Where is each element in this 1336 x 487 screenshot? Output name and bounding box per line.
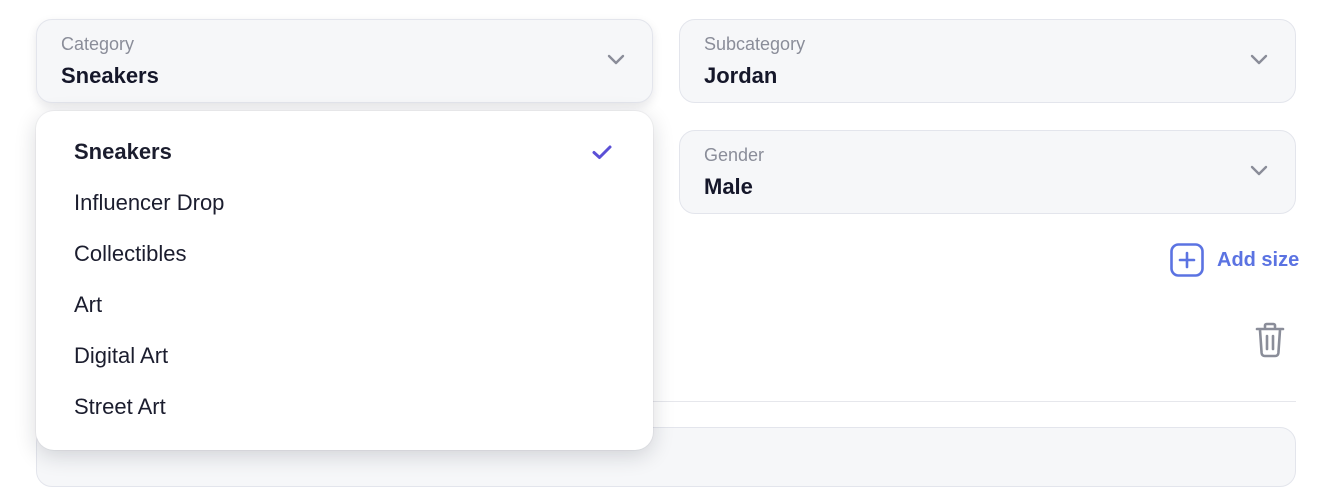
option-label: Digital Art [74, 343, 169, 368]
check-icon [592, 145, 612, 159]
category-dropdown-menu: Sneakers Influencer Drop Collectibles Ar… [36, 111, 653, 450]
subcategory-select[interactable]: Subcategory Jordan [679, 19, 1296, 103]
subcategory-value: Jordan [704, 63, 778, 88]
option-influencer-drop[interactable]: Influencer Drop [36, 184, 653, 235]
category-select[interactable]: Category Sneakers [36, 19, 653, 103]
option-digital-art[interactable]: Digital Art [36, 337, 653, 388]
subcategory-label: Subcategory [704, 34, 806, 54]
chevron-down-icon [1250, 165, 1268, 176]
option-street-art[interactable]: Street Art [36, 388, 653, 439]
option-label: Art [74, 292, 103, 317]
divider [653, 401, 1296, 402]
gender-label: Gender [704, 145, 765, 165]
add-size-button[interactable]: Add size [1170, 242, 1299, 278]
category-label: Category [61, 34, 135, 54]
category-value: Sneakers [61, 63, 159, 88]
option-label: Street Art [74, 394, 166, 419]
chevron-down-icon [607, 54, 625, 65]
option-label: Influencer Drop [74, 190, 225, 215]
gender-select[interactable]: Gender Male [679, 130, 1296, 214]
plus-square-icon [1170, 243, 1204, 277]
option-label: Collectibles [74, 241, 187, 266]
trash-icon[interactable] [1254, 322, 1286, 358]
gender-value: Male [704, 174, 753, 199]
option-sneakers[interactable]: Sneakers [36, 133, 653, 184]
option-art[interactable]: Art [36, 286, 653, 337]
option-label: Sneakers [74, 139, 172, 164]
option-collectibles[interactable]: Collectibles [36, 235, 653, 286]
add-size-label: Add size [1217, 248, 1300, 271]
chevron-down-icon [1250, 54, 1268, 65]
